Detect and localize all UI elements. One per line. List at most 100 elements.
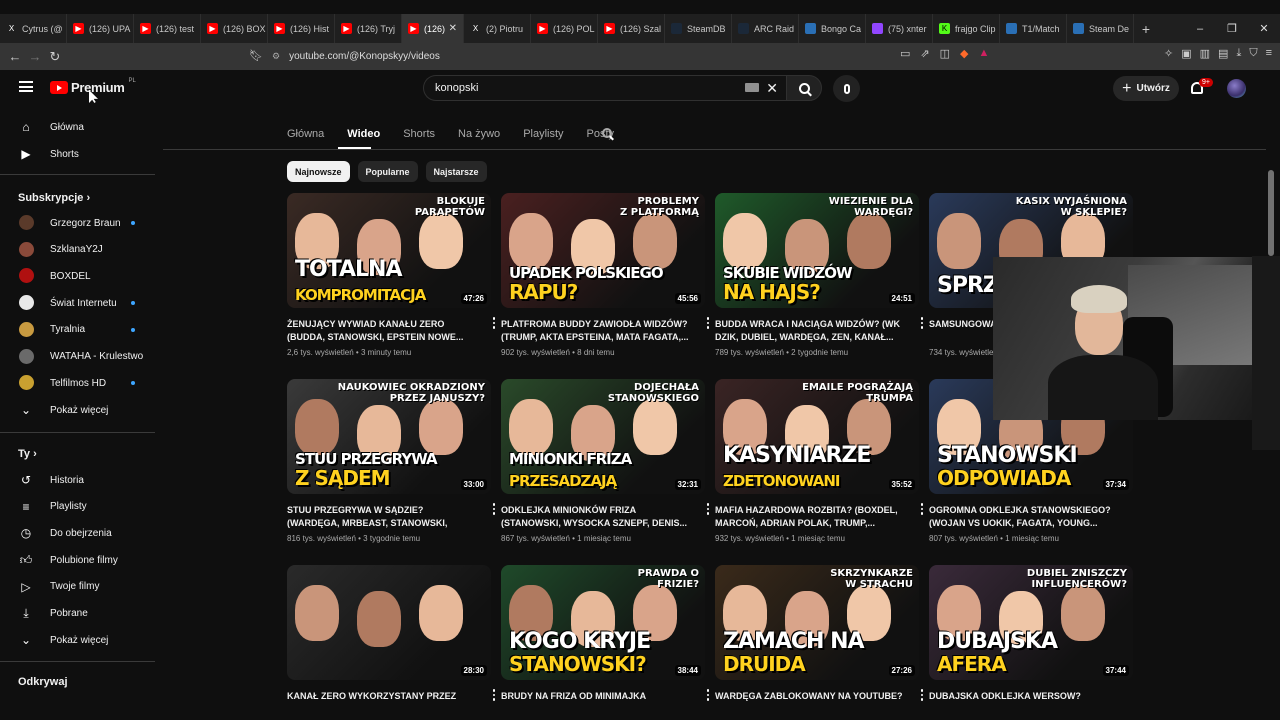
more-actions-icon[interactable] (705, 503, 711, 515)
chip-najnowsze[interactable]: Najnowsze (287, 161, 350, 182)
menu-icon[interactable]: ≡ (1266, 47, 1272, 60)
video-thumbnail[interactable]: SKRZYNKARZE W STRACHU ZAMACH NA DRUIDA 27:2… (715, 565, 919, 680)
video-thumbnail[interactable]: 28:30 (287, 565, 491, 680)
video-title[interactable]: OGROMNA ODKLEJKA STANOWSKIEGO? (WOJAN VS… (929, 504, 1119, 530)
more-actions-icon[interactable] (919, 689, 925, 701)
subscriptions-header[interactable]: Subskrypcje › (18, 192, 90, 204)
close-tab-icon[interactable]: ✕ (449, 23, 457, 34)
browser-tab[interactable]: ▶ (126) Hist (268, 14, 335, 43)
more-actions-icon[interactable] (491, 317, 497, 329)
tab-główna[interactable]: Główna (287, 128, 324, 142)
download-browser-icon[interactable]: ⤓ (1236, 47, 1241, 60)
close-window-button[interactable]: ✕ (1248, 22, 1280, 35)
account-avatar[interactable] (1227, 79, 1246, 98)
sidebar-item-home[interactable]: ⌂ Główna (0, 114, 155, 140)
browser-tab[interactable]: ▶ (126) test (134, 14, 201, 43)
video-title[interactable]: MAFIA HAZARDOWA ROZBITA? (BOXDEL, MARCOŃ… (715, 504, 905, 530)
reload-icon[interactable]: ↻ (45, 49, 65, 65)
video-thumbnail[interactable]: DUBIEL ZNISZCZY INFLUENCERÓW? DUBAJSKA AFE… (929, 565, 1133, 680)
sidebar-item-thumbs-up[interactable]: 👍︎ Polubione filmy (0, 547, 155, 573)
video-card[interactable]: BLOKUJE PARAPETÓW TOTALNA KOMPROMITACJA 47:… (287, 193, 496, 357)
url-field[interactable]: ⚙ youtube.com/@Konopskyy/videos (272, 47, 440, 66)
video-thumbnail[interactable]: EMAILE POGRĄŻAJĄ TRUMPA KASYNIARZE ZDETONO… (715, 379, 919, 494)
video-title[interactable]: BUDDA WRACA I NACIĄGA WIDZÓW? (WK DZIK, … (715, 318, 905, 344)
sidebar-item-history[interactable]: ↺ Historia (0, 467, 155, 493)
browser-tab[interactable]: ▶ (126) ✕ (402, 14, 464, 43)
sidebar-subscription[interactable]: Tyralnia (0, 317, 155, 343)
tab-na-żywo[interactable]: Na żywo (458, 128, 500, 142)
brave-shield-icon[interactable]: ◆ (960, 47, 968, 60)
browser-tab[interactable]: ARC Raid (732, 14, 799, 43)
minimize-button[interactable]: – (1184, 23, 1216, 35)
sidebar-item-download[interactable]: ⤓ Pobrane (0, 601, 155, 627)
sidebar-subscription[interactable]: SzklanaY2J (0, 237, 155, 263)
video-title[interactable]: WARDĘGA ZABLOKOWANY NA YOUTUBE? (715, 690, 905, 716)
chip-popularne[interactable]: Popularne (357, 161, 418, 182)
browser-tab[interactable]: ▶ (126) UPA (67, 14, 134, 43)
clear-search-icon[interactable]: ✕ (766, 80, 778, 97)
new-tab-button[interactable]: + (1134, 21, 1158, 37)
wallet-icon[interactable]: ▤ (1218, 47, 1228, 60)
sidebar-item-playlist[interactable]: ≡ Playlisty (0, 494, 155, 520)
sidebar-subscription[interactable]: Grzegorz Braun (0, 210, 155, 236)
page-scrollbar[interactable] (1268, 170, 1274, 256)
sidebar-subscription[interactable]: WATAHA - Krulestwo (0, 344, 155, 370)
back-icon[interactable]: ← (5, 49, 25, 64)
browser-tab[interactable]: ▶ (126) Szal (598, 14, 665, 43)
show-more-subscriptions[interactable]: Pokaż więcej ⌄ (0, 397, 155, 423)
extensions-icon[interactable]: ✧ (1164, 47, 1173, 60)
show-more-you[interactable]: Pokaż więcej ⌄ (0, 627, 155, 653)
browser-tab[interactable]: ▶ (126) BOX (201, 14, 268, 43)
browser-tab[interactable]: Kfrajgo Clip (933, 14, 1000, 43)
video-card[interactable]: PRAWDA O FRIZIE? KOGO KRYJE STANOWSKI? 38:4… (501, 565, 710, 716)
more-actions-icon[interactable] (491, 503, 497, 515)
create-button[interactable]: + Utwórz (1113, 76, 1179, 101)
search-input[interactable]: konopski ✕ (423, 75, 786, 101)
hamburger-menu-icon[interactable] (19, 81, 33, 92)
browser-tab[interactable]: (75) xnter (866, 14, 933, 43)
browser-tab[interactable]: Bongo Ca (799, 14, 866, 43)
search-button[interactable] (786, 75, 822, 101)
you-header[interactable]: Ty › (18, 448, 37, 460)
screenshot-icon[interactable]: ▣ (1181, 47, 1191, 60)
video-card[interactable]: WIEZIENIE DLA WARDĘGI? SKUBIE WIDZÓW NA HA… (715, 193, 924, 357)
video-card[interactable]: DUBIEL ZNISZCZY INFLUENCERÓW? DUBAJSKA AFE… (929, 565, 1133, 716)
maximize-button[interactable]: ❐ (1216, 22, 1248, 35)
youtube-premium-logo[interactable]: Premium PL (50, 78, 136, 95)
more-actions-icon[interactable] (705, 317, 711, 329)
rewards-icon[interactable]: ▲ (979, 47, 990, 60)
translate-icon[interactable]: ◫ (940, 47, 950, 60)
video-title[interactable]: ŻENUJĄCY WYWIAD KANAŁU ZERO (BUDDA, STAN… (287, 318, 477, 344)
chip-najstarsze[interactable]: Najstarsze (425, 161, 487, 182)
forward-icon[interactable]: → (25, 49, 45, 64)
video-thumbnail[interactable]: BLOKUJE PARAPETÓW TOTALNA KOMPROMITACJA 47:… (287, 193, 491, 308)
sidebar-subscription[interactable]: Telfilmos HD (0, 370, 155, 396)
tab-wideo[interactable]: Wideo (347, 128, 380, 142)
keyboard-icon[interactable] (745, 83, 759, 92)
browser-tab[interactable]: X (2) Piotru (464, 14, 531, 43)
tab-shorts[interactable]: Shorts (403, 128, 435, 142)
video-title[interactable]: DUBAJSKA ODKLEJKA WERSOW? (929, 690, 1119, 716)
more-actions-icon[interactable] (919, 503, 925, 515)
video-title[interactable]: PLATFROMA BUDDY ZAWIODŁA WIDZÓW? (TRUMP,… (501, 318, 691, 344)
video-thumbnail[interactable]: PRAWDA O FRIZIE? KOGO KRYJE STANOWSKI? 38:4… (501, 565, 705, 680)
video-card[interactable]: 28:30 KANAŁ ZERO WYKORZYSTANY PRZEZ (287, 565, 496, 716)
bookmark-icon[interactable]: 🔖︎ (249, 49, 263, 62)
browser-tab[interactable]: X Cytrus (@ (0, 14, 67, 43)
cast-icon[interactable]: ▭ (900, 47, 910, 60)
video-card[interactable]: PROBLEMY Z PLATFORMĄ UPADEK POLSKIEGO RAPU… (501, 193, 710, 357)
video-title[interactable]: KANAŁ ZERO WYKORZYSTANY PRZEZ (287, 690, 477, 716)
video-thumbnail[interactable]: PROBLEMY Z PLATFORMĄ UPADEK POLSKIEGO RAPU… (501, 193, 705, 308)
video-card[interactable]: SKRZYNKARZE W STRACHU ZAMACH NA DRUIDA 27:2… (715, 565, 924, 716)
browser-tab[interactable]: T1/Match (1000, 14, 1067, 43)
more-actions-icon[interactable] (491, 689, 497, 701)
sidebar-item-shorts[interactable]: ▶ Shorts (0, 141, 155, 167)
sidebar-item-clock[interactable]: ◷ Do obejrzenia (0, 520, 155, 546)
channel-search-icon[interactable] (602, 128, 612, 138)
sidebar-item-video[interactable]: ▷ Twoje filmy (0, 574, 155, 600)
more-actions-icon[interactable] (705, 689, 711, 701)
more-actions-icon[interactable] (919, 317, 925, 329)
browser-tab[interactable]: ▶ (126) POL (531, 14, 598, 43)
video-thumbnail[interactable]: DOJECHAŁA STANOWSKIEGO MINIONKI FRIZA PRZE… (501, 379, 705, 494)
video-card[interactable]: EMAILE POGRĄŻAJĄ TRUMPA KASYNIARZE ZDETONO… (715, 379, 924, 543)
